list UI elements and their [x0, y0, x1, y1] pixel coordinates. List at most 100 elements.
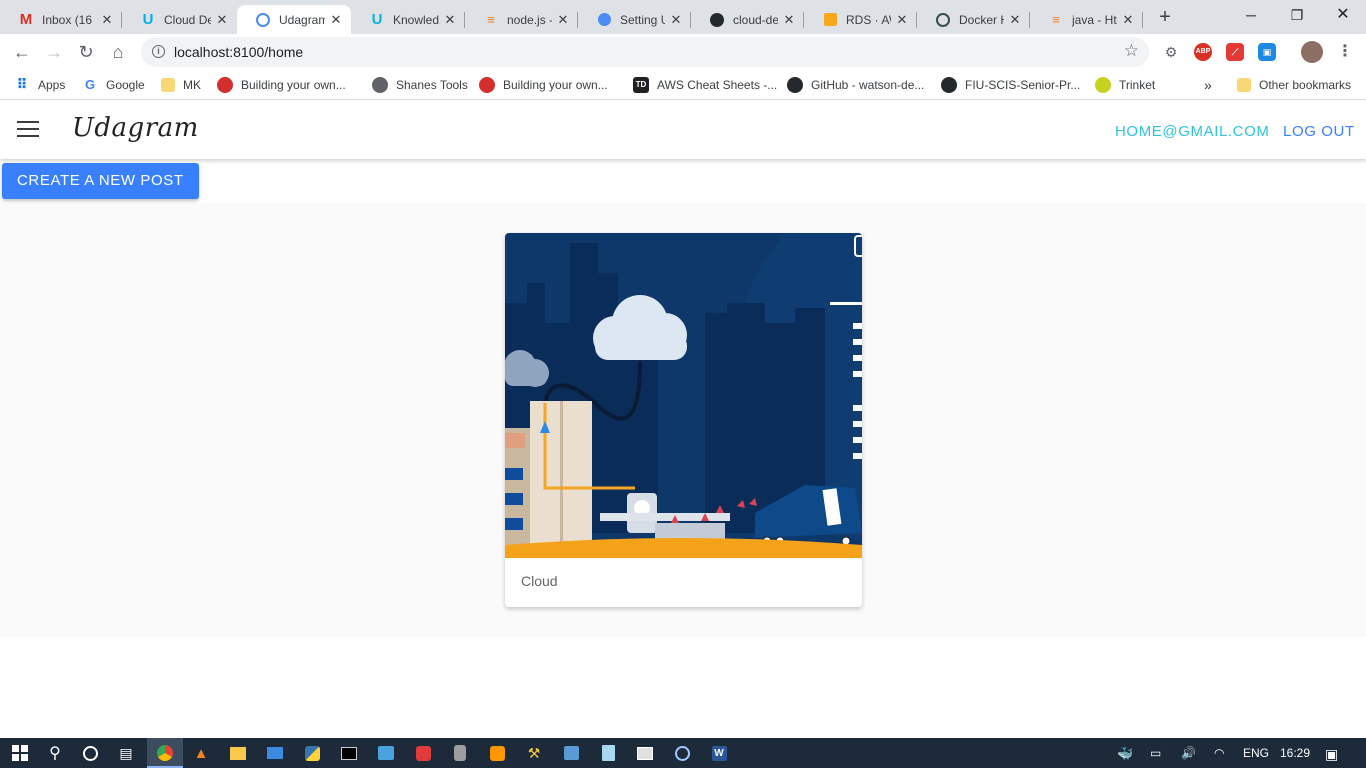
bookmark-star-icon[interactable]: ☆ — [1124, 41, 1139, 61]
reload-icon[interactable]: ↻ — [72, 38, 100, 66]
github-icon — [787, 77, 803, 93]
notifications-icon[interactable]: ▣ — [1325, 746, 1338, 763]
database-icon[interactable] — [449, 742, 471, 764]
bookmarks-bar: ⠿ Apps G Google MK Building your own... … — [0, 70, 1366, 100]
github-icon — [709, 12, 725, 28]
chrome-icon[interactable] — [154, 742, 176, 764]
other-bookmarks[interactable]: Other bookmarks — [1237, 76, 1351, 94]
restore-button[interactable]: ❐ — [1274, 0, 1320, 30]
tab-label: Docker H — [959, 12, 1004, 27]
new-tab-button[interactable]: + — [1153, 6, 1177, 30]
tab-label: Udagram — [279, 12, 325, 27]
tab-label: node.js - — [507, 12, 552, 27]
file-explorer-icon[interactable] — [227, 742, 249, 764]
python-icon[interactable] — [301, 742, 323, 764]
bookmark-trinket[interactable]: Trinket — [1095, 76, 1155, 94]
minimize-button[interactable]: ─ — [1228, 0, 1274, 30]
forward-icon[interactable]: → — [40, 38, 68, 66]
sublime-icon[interactable] — [486, 742, 508, 764]
user-email-link[interactable]: HOME@GMAIL.COM — [1115, 123, 1269, 140]
address-bar[interactable]: i localhost:8100/home ☆ — [141, 37, 1149, 67]
docker-tray-icon[interactable]: 🐳 — [1117, 746, 1133, 762]
tab-setting[interactable]: Setting U ✕ — [578, 5, 691, 34]
tab-separator — [1142, 12, 1143, 28]
browser-toolbar: ← → ↻ ⌂ i localhost:8100/home ☆ ⚙ ABP ⟋ … — [0, 34, 1366, 70]
tab-inbox[interactable]: M Inbox (16 ✕ — [0, 5, 122, 34]
avatar[interactable] — [1301, 41, 1323, 63]
bookmark-label: Apps — [38, 78, 66, 92]
close-window-button[interactable]: ✕ — [1320, 0, 1366, 30]
volume-icon[interactable]: 🔊 — [1181, 746, 1196, 760]
bookmark-aws-cheat-sheets[interactable]: TD AWS Cheat Sheets -... — [633, 76, 777, 94]
bookmark-apps[interactable]: ⠿ Apps — [14, 76, 66, 94]
menu-dots-icon[interactable]: ⋮ — [1336, 43, 1354, 61]
tools-icon[interactable]: ⚒ — [523, 742, 545, 764]
browser-tab-strip: M Inbox (16 ✕ U Cloud De ✕ Udagram ✕ U K… — [0, 0, 1366, 34]
close-icon[interactable]: ✕ — [329, 12, 343, 28]
photos-icon[interactable] — [634, 742, 656, 764]
bookmark-label: Shanes Tools — [396, 78, 468, 92]
notepad-icon[interactable] — [597, 742, 619, 764]
bookmark-shanes-tools[interactable]: Shanes Tools — [372, 76, 468, 94]
bookmarks-overflow-button[interactable]: » — [1204, 76, 1212, 94]
tab-java[interactable]: ≡ java - Htt ✕ — [1030, 5, 1143, 34]
close-icon[interactable]: ✕ — [782, 12, 796, 28]
cortana-icon[interactable] — [79, 742, 101, 764]
wifi-icon[interactable]: ◠ — [1214, 746, 1224, 760]
app-red-icon[interactable] — [412, 742, 434, 764]
close-icon[interactable]: ✕ — [100, 12, 114, 28]
clock[interactable]: 16:29 — [1280, 746, 1310, 760]
close-icon[interactable]: ✕ — [895, 12, 909, 28]
tab-nodejs[interactable]: ≡ node.js - ✕ — [465, 5, 578, 34]
tab-label: Knowled — [393, 12, 439, 27]
calendar-icon[interactable] — [560, 742, 582, 764]
bookmark-google[interactable]: G Google — [82, 76, 145, 94]
word-icon[interactable]: W — [708, 742, 730, 764]
bookmark-github-watson[interactable]: GitHub - watson-de... — [787, 76, 924, 94]
terminal-icon[interactable] — [338, 742, 360, 764]
vpn-icon[interactable] — [671, 742, 693, 764]
close-icon[interactable]: ✕ — [215, 12, 229, 28]
close-icon[interactable]: ✕ — [669, 12, 683, 28]
bookmark-mk[interactable]: MK — [161, 76, 201, 94]
bookmark-fiu-scis[interactable]: FIU-SCIS-Senior-Pr... — [941, 76, 1080, 94]
windows-start-icon[interactable] — [9, 742, 31, 764]
tab-rds-aws[interactable]: RDS · AW ✕ — [804, 5, 917, 34]
tab-cloud-dev[interactable]: U Cloud De ✕ — [122, 5, 237, 34]
post-card[interactable]: Cloud — [505, 233, 862, 607]
tab-udagram[interactable]: Udagram ✕ — [237, 5, 351, 34]
search-icon[interactable]: ⚲ — [44, 742, 66, 764]
logout-button[interactable]: LOG OUT — [1283, 123, 1355, 140]
tab-docker[interactable]: Docker H ✕ — [917, 5, 1030, 34]
language-indicator[interactable]: ENG — [1243, 746, 1269, 760]
home-icon[interactable]: ⌂ — [104, 38, 132, 66]
task-view-icon[interactable]: ▤ — [115, 742, 137, 764]
adblock-icon[interactable]: ABP — [1194, 43, 1212, 61]
control-panel-icon[interactable] — [375, 742, 397, 764]
bookmark-building-1[interactable]: Building your own... — [217, 76, 346, 94]
extension-icon[interactable]: ⚙ — [1162, 43, 1180, 61]
bookmark-label: AWS Cheat Sheets -... — [657, 78, 778, 92]
create-post-button[interactable]: CREATE A NEW POST — [2, 163, 199, 199]
pdf-extension-icon[interactable]: ⟋ — [1226, 43, 1244, 61]
bookmark-label: MK — [183, 78, 201, 92]
folder-icon — [1237, 78, 1251, 92]
tab-github-cloud[interactable]: cloud-de ✕ — [691, 5, 804, 34]
vlc-icon[interactable]: ▲ — [190, 742, 212, 764]
info-icon[interactable]: i — [152, 45, 165, 58]
battery-icon[interactable]: ▭ — [1150, 746, 1161, 760]
close-icon[interactable]: ✕ — [1121, 12, 1135, 28]
address-url[interactable]: localhost:8100/home — [174, 44, 303, 60]
app-header: Udagram HOME@GMAIL.COM LOG OUT — [0, 101, 1366, 159]
close-icon[interactable]: ✕ — [556, 12, 570, 28]
folder-icon — [161, 78, 175, 92]
menu-icon[interactable] — [17, 121, 39, 137]
bookmark-building-2[interactable]: Building your own... — [479, 76, 608, 94]
close-icon[interactable]: ✕ — [443, 12, 457, 28]
tab-knowledge[interactable]: U Knowled ✕ — [351, 5, 465, 34]
post-caption: Cloud — [521, 573, 558, 589]
screen-extension-icon[interactable]: ▣ — [1258, 43, 1276, 61]
close-icon[interactable]: ✕ — [1008, 12, 1022, 28]
mail-icon[interactable] — [264, 742, 286, 764]
back-icon[interactable]: ← — [8, 38, 36, 66]
